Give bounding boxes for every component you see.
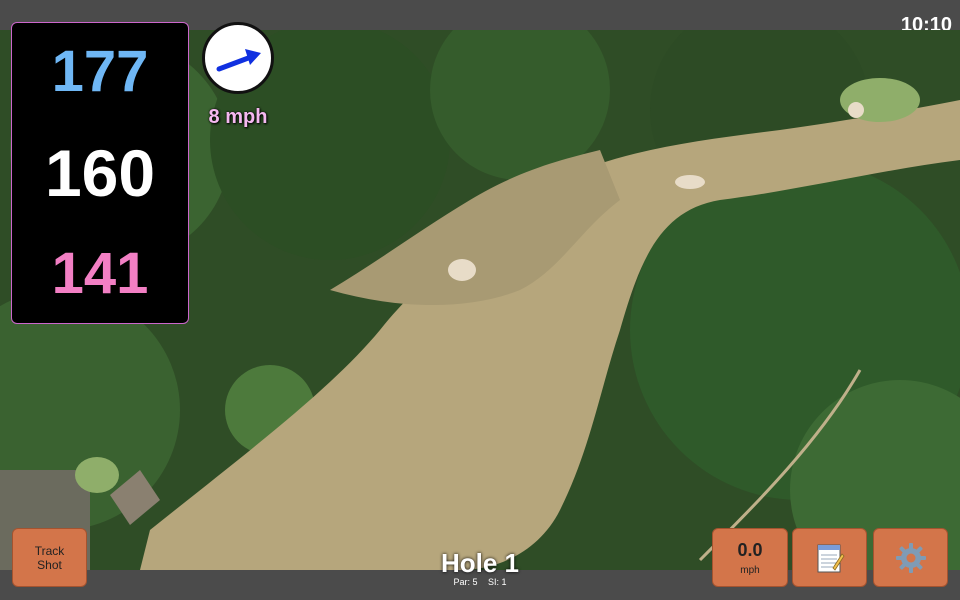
notes-button[interactable]: [792, 528, 867, 587]
speed-unit: mph: [740, 564, 760, 576]
hole-meta: Par: 5 SI: 1: [380, 577, 580, 587]
distance-panel: 177 160 141: [11, 22, 189, 324]
gear-icon: [895, 542, 926, 573]
settings-button[interactable]: [873, 528, 948, 587]
hole-title: Hole 1: [440, 548, 520, 578]
track-shot-button[interactable]: Track Shot: [12, 528, 87, 587]
wind-speed: 8 mph: [208, 106, 268, 128]
track-shot-label-line2: Shot: [37, 557, 62, 572]
hole-par: Par: 5: [453, 577, 478, 587]
distance-front: 141: [51, 241, 149, 307]
hole-si: SI: 1: [488, 577, 507, 587]
arrow-icon: [216, 49, 261, 72]
wind-indicator: [202, 22, 274, 94]
distance-back: 177: [51, 38, 149, 104]
track-shot-label-line1: Track: [34, 543, 65, 558]
distance-middle: 160: [44, 135, 156, 210]
notepad-icon: [817, 544, 845, 572]
speed-button[interactable]: 0.0 mph: [712, 528, 788, 587]
speed-value: 0.0: [737, 539, 763, 560]
